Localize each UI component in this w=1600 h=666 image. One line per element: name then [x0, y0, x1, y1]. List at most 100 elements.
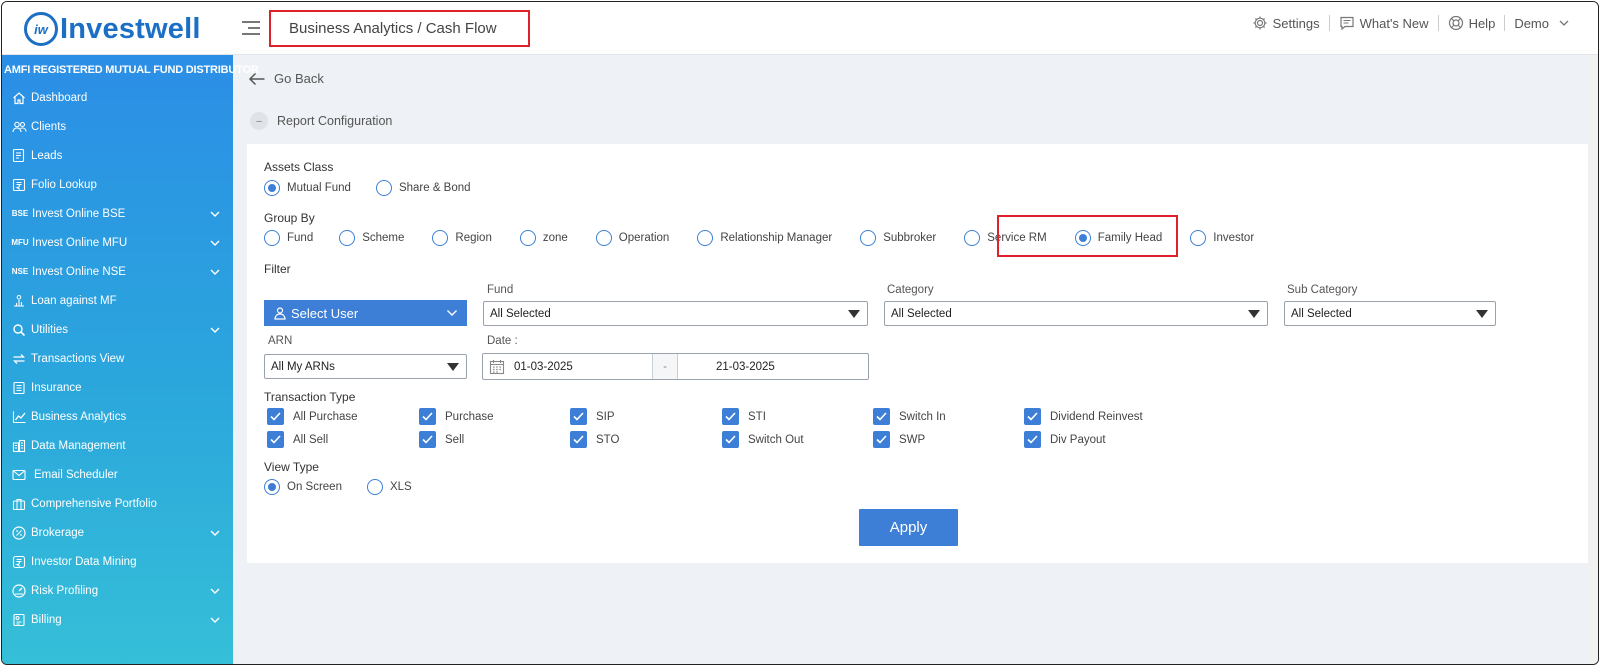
sidebar-item-dashboard[interactable]: Dashboard: [2, 83, 233, 112]
sidebar-item-label: Invest Online NSE: [32, 265, 126, 278]
check-icon[interactable]: [722, 431, 739, 448]
user-menu[interactable]: Demo: [1514, 16, 1576, 31]
checkbox-switch-out[interactable]: Switch Out: [722, 431, 804, 448]
report-configuration-toggle[interactable]: – Report Configuration: [250, 112, 392, 130]
whats-new-link[interactable]: What's New: [1339, 15, 1429, 31]
sidebar-item-invest-online-mfu[interactable]: MFU Invest Online MFU: [2, 228, 233, 257]
radio-on-screen[interactable]: On Screen: [264, 479, 342, 495]
checkbox-div-payout[interactable]: Div Payout: [1024, 431, 1106, 448]
sidebar-item-brokerage[interactable]: Brokerage: [2, 518, 233, 547]
help-link[interactable]: Help: [1448, 15, 1495, 31]
sidebar-item-risk-profiling[interactable]: Risk Profiling: [2, 576, 233, 605]
radio-operation[interactable]: Operation: [595, 230, 669, 246]
radio-relationship-manager[interactable]: Relationship Manager: [697, 230, 832, 246]
sub-category-select[interactable]: All Selected: [1284, 301, 1496, 326]
sidebar-item-billing[interactable]: Billing: [2, 605, 233, 634]
radio-button[interactable]: [595, 230, 612, 246]
radio-button[interactable]: [339, 230, 356, 246]
radio-subbroker[interactable]: Subbroker: [860, 230, 936, 246]
sidebar-item-clients[interactable]: Clients: [2, 112, 233, 141]
date-from-input[interactable]: 01-03-2025: [511, 361, 652, 373]
checkbox-sti[interactable]: STI: [722, 408, 766, 425]
radio-button[interactable]: [264, 230, 280, 246]
select-user-button[interactable]: Select User: [264, 300, 467, 326]
check-icon[interactable]: [1024, 408, 1041, 425]
radio-mutual-fund[interactable]: Mutual Fund: [264, 180, 351, 196]
radio-fund[interactable]: Fund: [264, 230, 313, 246]
check-icon[interactable]: [419, 408, 436, 425]
settings-link[interactable]: Settings: [1252, 15, 1320, 31]
check-icon[interactable]: [419, 431, 436, 448]
check-icon[interactable]: [722, 408, 739, 425]
check-icon[interactable]: [570, 408, 587, 425]
check-icon[interactable]: [267, 408, 284, 425]
category-select[interactable]: All Selected: [884, 301, 1268, 326]
radio-label: Relationship Manager: [720, 232, 833, 244]
sidebar-item-invest-online-bse[interactable]: BSE Invest Online BSE: [2, 199, 233, 228]
sidebar-item-email-scheduler[interactable]: Email Scheduler: [2, 460, 233, 489]
radio-xls[interactable]: XLS: [366, 479, 412, 495]
radio-button[interactable]: [366, 479, 383, 495]
checkbox-all-purchase[interactable]: All Purchase: [267, 408, 358, 425]
rupee-icon: [11, 554, 27, 570]
checkbox-sip[interactable]: SIP: [570, 408, 615, 425]
database-icon: [11, 438, 27, 454]
date-range-picker[interactable]: 01-03-2025 - 21-03-2025: [482, 353, 869, 380]
radio-button[interactable]: [697, 230, 714, 246]
sidebar-item-label: Risk Profiling: [31, 584, 99, 597]
arrow-left-icon: [248, 72, 265, 85]
sidebar-item-data-management[interactable]: Data Management: [2, 431, 233, 460]
radio-zone[interactable]: zone: [519, 230, 568, 246]
radio-label: On Screen: [287, 481, 342, 493]
date-to-input[interactable]: 21-03-2025: [678, 361, 868, 373]
menu-toggle-icon[interactable]: [242, 17, 264, 39]
arn-select[interactable]: All My ARNs: [264, 354, 467, 379]
lifebuoy-icon: [1448, 15, 1463, 31]
fund-select[interactable]: All Selected: [483, 301, 868, 326]
calendar-icon[interactable]: [483, 354, 511, 379]
sidebar-item-business-analytics[interactable]: Business Analytics: [2, 402, 233, 431]
investwell-logo[interactable]: iw Investwell: [24, 12, 201, 46]
sidebar-item-comprehensive-portfolio[interactable]: Comprehensive Portfolio: [2, 489, 233, 518]
sidebar-item-loan-against-mf[interactable]: Loan against MF: [2, 286, 233, 315]
radio-button[interactable]: [964, 230, 981, 246]
radio-scheme[interactable]: Scheme: [339, 230, 404, 246]
bse-tag-icon: BSE: [11, 209, 29, 218]
category-label: Category: [887, 284, 934, 296]
checkbox-sell[interactable]: Sell: [419, 431, 464, 448]
check-icon[interactable]: [267, 431, 284, 448]
checkbox-dividend-reinvest[interactable]: Dividend Reinvest: [1024, 408, 1143, 425]
checkbox-swp[interactable]: SWP: [873, 431, 925, 448]
radio-button[interactable]: [264, 479, 280, 495]
radio-button[interactable]: [519, 230, 536, 246]
radio-button[interactable]: [432, 230, 449, 246]
radio-button[interactable]: [264, 180, 280, 196]
checkbox-purchase[interactable]: Purchase: [419, 408, 494, 425]
sidebar-item-utilities[interactable]: Utilities: [2, 315, 233, 344]
go-back-link[interactable]: Go Back: [248, 71, 324, 86]
checkbox-all-sell[interactable]: All Sell: [267, 431, 328, 448]
radio-button[interactable]: [860, 230, 877, 246]
checkbox-sto[interactable]: STO: [570, 431, 619, 448]
scrollbar[interactable]: [1588, 55, 1598, 664]
sidebar-item-folio-lookup[interactable]: Folio Lookup: [2, 170, 233, 199]
go-back-label: Go Back: [274, 71, 324, 86]
check-icon[interactable]: [1024, 431, 1041, 448]
check-icon[interactable]: [873, 408, 890, 425]
radio-region[interactable]: Region: [432, 230, 492, 246]
radio-button[interactable]: [1190, 230, 1207, 246]
radio-button[interactable]: [375, 180, 392, 196]
checkbox-label: All Purchase: [293, 410, 358, 423]
checkbox-label: STO: [596, 433, 620, 446]
sidebar-item-invest-online-nse[interactable]: NSE Invest Online NSE: [2, 257, 233, 286]
radio-share-bond[interactable]: Share & Bond: [375, 180, 471, 196]
check-icon[interactable]: [570, 431, 587, 448]
radio-investor[interactable]: Investor: [1190, 230, 1254, 246]
checkbox-switch-in[interactable]: Switch In: [873, 408, 946, 425]
check-icon[interactable]: [873, 431, 890, 448]
apply-button[interactable]: Apply: [859, 509, 958, 546]
sidebar-item-insurance[interactable]: Insurance: [2, 373, 233, 402]
sidebar-item-investor-data-mining[interactable]: Investor Data Mining: [2, 547, 233, 576]
sidebar-item-transactions-view[interactable]: Transactions View: [2, 344, 233, 373]
sidebar-item-leads[interactable]: Leads: [2, 141, 233, 170]
